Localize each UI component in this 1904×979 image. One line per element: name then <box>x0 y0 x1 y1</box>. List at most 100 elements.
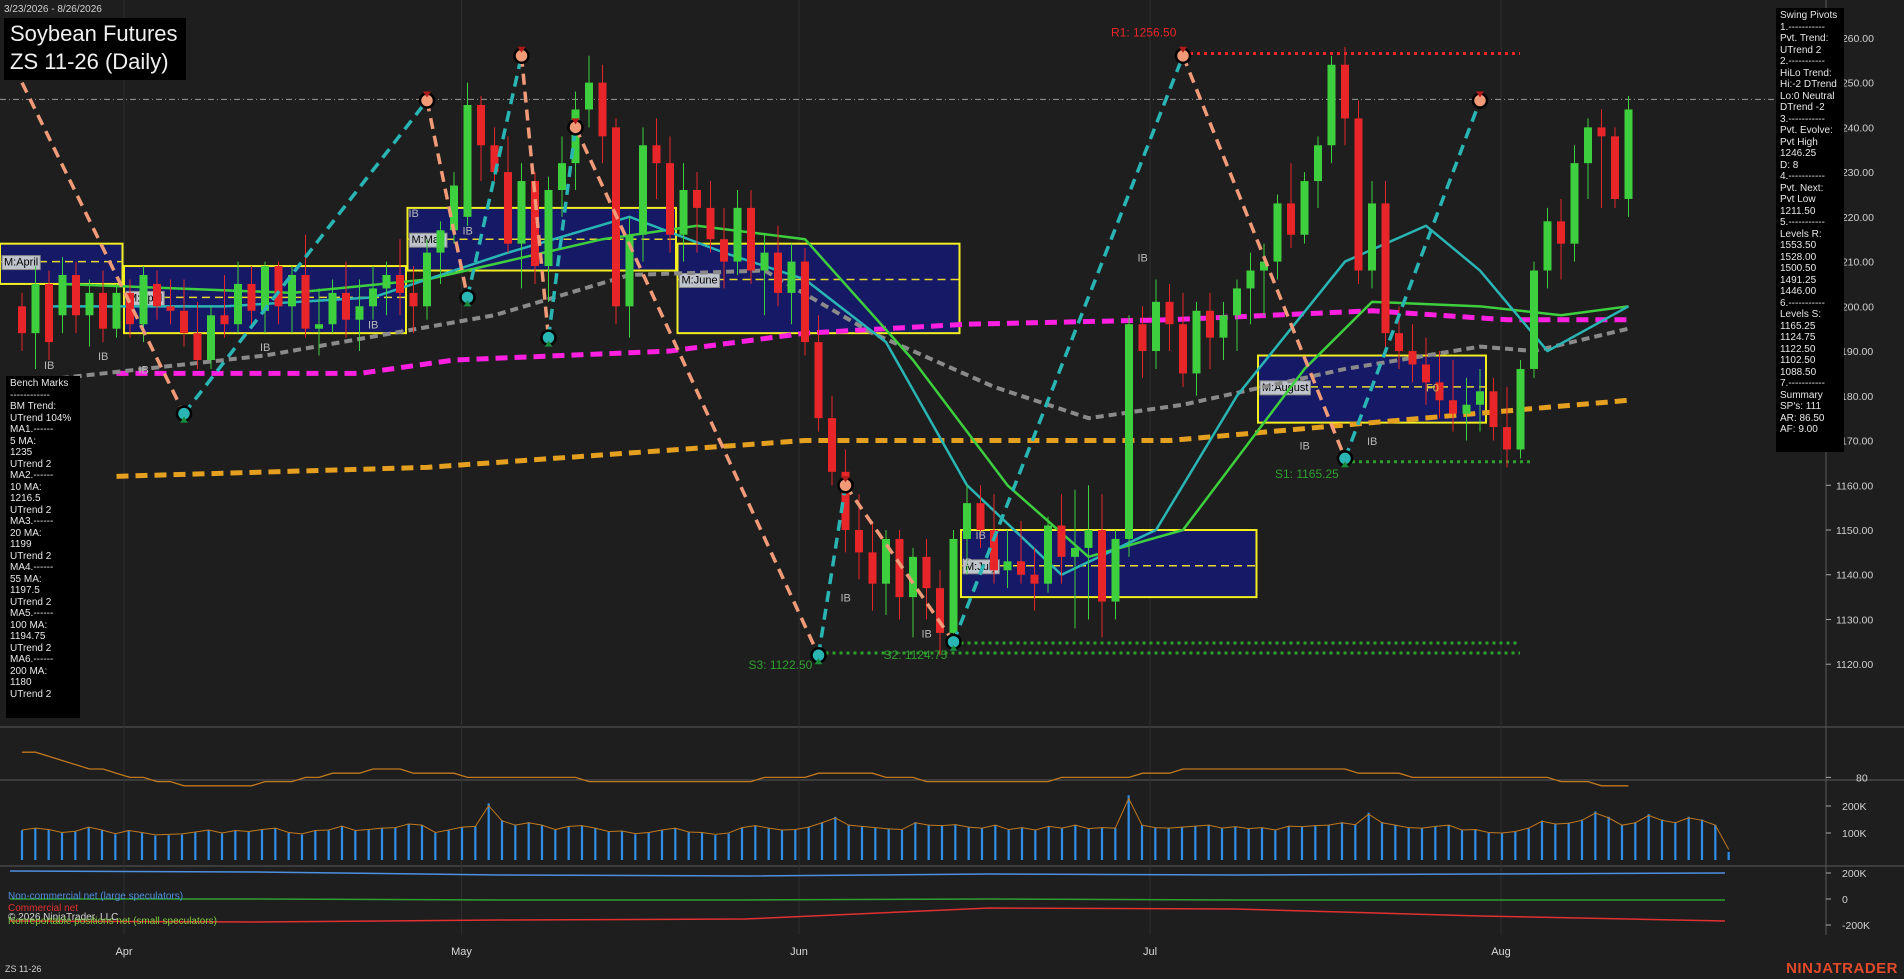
candle-body <box>558 163 566 190</box>
candle-body <box>1233 288 1241 316</box>
cot-line <box>10 898 1725 901</box>
candle-body <box>1003 561 1012 571</box>
candle-body <box>1138 324 1147 352</box>
bench-mark-line: UTrend 2 <box>10 596 52 608</box>
y-tick-label: 1120.00 <box>1836 659 1873 671</box>
candle-body <box>423 252 431 307</box>
swing-pivot-line: 1122.50 <box>1780 343 1816 355</box>
candle-body <box>1152 301 1160 352</box>
bench-mark-line: 1199 <box>10 539 32 550</box>
candle-body <box>18 306 26 334</box>
candle-body <box>193 333 202 360</box>
candle-body <box>463 105 472 217</box>
bench-marks-panel: Bench Marks ------------ BM Trend: UTrend 1… <box>6 376 80 718</box>
candle-body <box>1624 109 1633 199</box>
monthly-box-label: M:August <box>1262 382 1308 394</box>
y-tick-label: 1150.00 <box>1836 525 1873 537</box>
swing-pivot-line: D: 8 <box>1780 159 1799 171</box>
candle-body <box>1449 400 1457 414</box>
bench-mark-line: UTrend 2 <box>10 688 52 700</box>
candle-body <box>1557 221 1565 244</box>
candle-body <box>1395 333 1403 352</box>
legend-nonreportable: Nonreportable positions net (small specu… <box>8 916 217 927</box>
inside-bar-marker: IB <box>139 364 149 376</box>
candle-body <box>720 239 728 262</box>
swing-pivot-line: UTrend 2 <box>1780 44 1822 56</box>
inside-bar-marker: IB <box>1300 440 1310 452</box>
swing-pivot-line: 2.----------- <box>1780 56 1825 67</box>
inside-bar-marker: IB <box>409 208 419 220</box>
candle-body <box>706 207 715 240</box>
monthly-box-label: M:April <box>4 257 38 269</box>
bench-mark-line: 1180 <box>10 677 32 688</box>
candle-body <box>1516 368 1525 450</box>
candle-body <box>153 283 161 307</box>
chart-subtitle: ZS 11-26 (Daily) <box>10 49 169 74</box>
swing-pivot-line: Summary <box>1780 389 1823 401</box>
candle-body <box>450 185 458 231</box>
candle-body <box>1287 203 1295 235</box>
candle-body <box>220 315 229 325</box>
legend-noncommercial: Non-commercial net (large speculators) <box>8 891 184 902</box>
candle-body <box>1273 203 1282 262</box>
candle-body <box>31 283 40 334</box>
candle-body <box>382 275 391 289</box>
inside-bar-marker: IB <box>922 628 932 640</box>
candle-body <box>1098 530 1106 602</box>
swing-pivot-line: 1124.75 <box>1780 332 1816 343</box>
candle-body <box>139 275 148 325</box>
oscillator-line <box>22 751 1629 787</box>
candle-body <box>1530 270 1538 369</box>
swing-pivot-line: Levels R: <box>1780 228 1822 240</box>
candle-body <box>45 283 53 343</box>
candle-body <box>787 261 796 293</box>
x-tick-label: May <box>451 946 472 958</box>
swing-pivot-line: DTrend -2 <box>1780 102 1825 113</box>
candle-body <box>814 342 823 419</box>
candle-body <box>517 181 526 244</box>
bench-mark-line: 200 MA: <box>10 665 48 677</box>
swing-pivot-line: 1446.00 <box>1780 286 1817 297</box>
candle-body <box>544 190 553 267</box>
candle-body <box>1570 163 1579 244</box>
candle-body <box>315 324 323 329</box>
x-tick-label: Apr <box>115 946 132 958</box>
inside-bar-marker: IB <box>260 342 270 354</box>
date-range: 3/23/2026 - 8/26/2026 <box>4 4 102 15</box>
candle-body <box>1017 561 1025 575</box>
swing-pivot-line: Hi:-2 DTrend <box>1780 79 1837 90</box>
bench-mark-line: MA4.------ <box>10 562 54 573</box>
candle-body <box>855 530 863 553</box>
candle-body <box>1327 64 1336 146</box>
candle-body <box>369 288 377 307</box>
candle-body <box>166 306 175 311</box>
bench-mark-line: 1197.5 <box>10 585 40 596</box>
swing-pivot-line: 5.----------- <box>1780 217 1825 228</box>
swing-pivot-line: 1246.25 <box>1780 148 1817 159</box>
candle-body <box>1030 574 1039 584</box>
candle-body <box>112 292 121 329</box>
monthly-box-label: M:June <box>682 274 718 286</box>
candle-body <box>1543 221 1552 271</box>
candle-body <box>409 292 418 307</box>
chart-canvas: Apr May Jun Jul Aug 1120.00 1130.00 1140.00 1150… <box>0 0 1904 979</box>
candle-body <box>58 275 67 316</box>
inside-bar-marker: IB <box>98 351 108 363</box>
osc-tick-label: 80 <box>1856 772 1868 784</box>
bench-mark-line: UTrend 2 <box>10 504 52 516</box>
y-tick-label: 1130.00 <box>1836 614 1873 626</box>
inside-bar-marker: IB <box>962 557 972 569</box>
bench-mark-line: UTrend 2 <box>10 550 52 562</box>
chart-title-box: Soybean Futures ZS 11-26 (Daily) <box>4 18 186 80</box>
candle-body <box>1300 181 1309 235</box>
swing-pivot-line: 4.----------- <box>1780 171 1825 182</box>
cot-tick-label: 200K <box>1842 868 1867 880</box>
candle-body <box>355 306 364 320</box>
candle-body <box>1206 310 1214 338</box>
candle-body <box>1489 391 1498 428</box>
swing-pivot-line: Levels S: <box>1780 309 1822 320</box>
swing-pivot-line: 1491.25 <box>1780 274 1817 286</box>
bench-mark-line: 20 MA: <box>10 527 42 539</box>
bench-mark-line: MA2.------ <box>10 470 54 481</box>
bench-mark-line: 100 MA: <box>10 619 48 631</box>
